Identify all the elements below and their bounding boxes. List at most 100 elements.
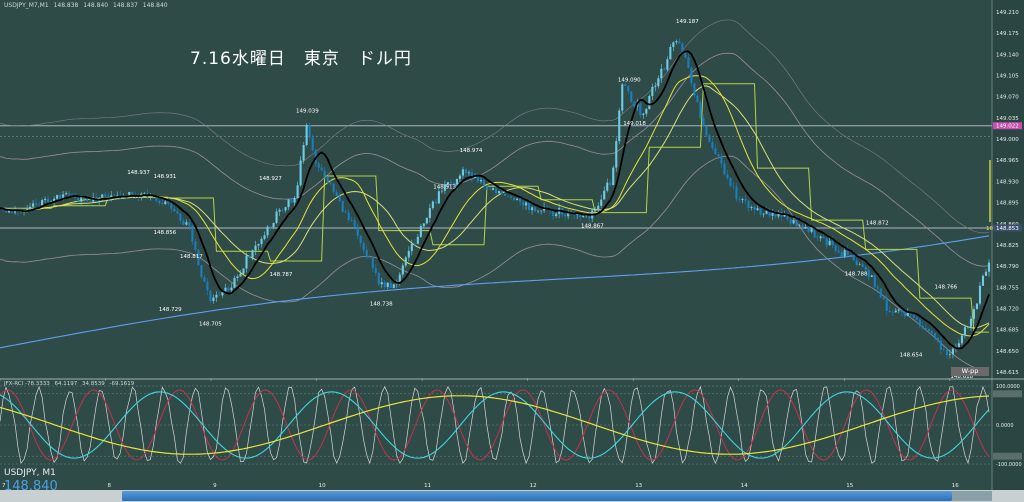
candle-body bbox=[912, 314, 915, 318]
price-annotation: 149.039 bbox=[296, 108, 319, 114]
price-tick-label: 148.895 bbox=[996, 201, 1019, 207]
candle-body bbox=[401, 265, 404, 275]
candle-body bbox=[633, 101, 636, 107]
candle-body bbox=[690, 67, 693, 84]
rci-axis-label: -100.0000 bbox=[996, 462, 1022, 468]
price-tick-label: 148.720 bbox=[996, 306, 1019, 312]
price-annotation: 148.787 bbox=[270, 272, 293, 278]
candle-body bbox=[939, 340, 942, 350]
candle-body bbox=[428, 208, 431, 218]
candle-body bbox=[798, 225, 801, 227]
candle-body bbox=[344, 211, 347, 213]
candle-body bbox=[747, 200, 750, 208]
price-annotation: 149.187 bbox=[676, 19, 699, 25]
candle-body bbox=[594, 210, 597, 211]
candle-body bbox=[900, 309, 903, 313]
candle-body bbox=[969, 318, 973, 327]
rci-name: JFX-RCI -78.3333 bbox=[4, 381, 50, 387]
price-tick-label: 148.790 bbox=[996, 264, 1019, 270]
candle-body bbox=[714, 148, 717, 155]
candle-body bbox=[648, 96, 651, 110]
time-axis-label: 15 bbox=[846, 483, 853, 489]
candle-body bbox=[885, 299, 888, 311]
candle-body bbox=[657, 78, 660, 87]
rci-value-3: -69.1619 bbox=[109, 381, 135, 387]
candle-body bbox=[284, 207, 287, 211]
candle-body bbox=[669, 46, 672, 60]
candle-body bbox=[816, 237, 819, 239]
candle-body bbox=[194, 241, 197, 250]
horizontal-scrollbar[interactable] bbox=[0, 490, 1024, 502]
candle-body bbox=[320, 167, 323, 171]
candle-body bbox=[720, 156, 723, 164]
candle-body bbox=[702, 117, 705, 127]
candle-body bbox=[531, 207, 534, 211]
candle-body bbox=[80, 197, 83, 202]
ohlc-low: 148.837 bbox=[113, 2, 138, 9]
candle-body bbox=[158, 200, 161, 204]
candle-body bbox=[957, 343, 960, 347]
candle-body bbox=[732, 185, 735, 187]
price-tick-label: 148.615 bbox=[996, 370, 1019, 376]
candle-body bbox=[765, 211, 768, 214]
price-tick-label: 149.070 bbox=[996, 95, 1019, 101]
candle-body bbox=[380, 282, 383, 285]
candle-body bbox=[260, 238, 263, 245]
side-marker-label: 10 bbox=[986, 226, 993, 232]
price-tick-label: 149.210 bbox=[996, 10, 1019, 16]
candle-body bbox=[948, 354, 951, 356]
candle-body bbox=[582, 215, 585, 218]
candle-body bbox=[485, 185, 489, 190]
candle-body bbox=[972, 309, 976, 319]
price-highlight-label: 148.853 bbox=[996, 226, 1019, 232]
candle-body bbox=[831, 240, 834, 246]
candle-body bbox=[624, 84, 627, 86]
candle-body bbox=[47, 198, 50, 203]
candle-body bbox=[735, 186, 738, 200]
candle-body bbox=[467, 172, 470, 174]
chart-title: 7.16水曜日 東京 ドル円 bbox=[190, 49, 412, 69]
candle-body bbox=[645, 109, 648, 114]
time-axis-label: 12 bbox=[530, 483, 537, 489]
candle-body bbox=[512, 197, 516, 201]
candle-body bbox=[173, 208, 176, 212]
candle-body bbox=[479, 180, 483, 182]
scrollbar-grip[interactable] bbox=[952, 491, 992, 501]
candle-body bbox=[398, 274, 401, 282]
candle-body bbox=[870, 275, 873, 277]
candle-body bbox=[606, 182, 609, 191]
candle-body bbox=[389, 282, 392, 288]
candle-body bbox=[44, 198, 47, 201]
candle-body bbox=[711, 142, 714, 149]
candle-body bbox=[699, 101, 702, 118]
candle-body bbox=[131, 192, 134, 196]
candle-body bbox=[963, 327, 966, 336]
candle-body bbox=[287, 199, 290, 208]
candle-body bbox=[434, 201, 437, 204]
price-tick-label: 148.825 bbox=[996, 243, 1019, 249]
candle-body bbox=[68, 193, 71, 195]
candle-body bbox=[918, 319, 921, 326]
scrollbar-thumb[interactable] bbox=[122, 491, 952, 501]
candle-body bbox=[482, 180, 486, 186]
candle-body bbox=[810, 228, 813, 232]
price-annotation: 149.090 bbox=[618, 78, 641, 84]
candle-body bbox=[666, 59, 669, 70]
candle-body bbox=[365, 250, 368, 258]
candle-body bbox=[696, 95, 699, 102]
candle-body bbox=[203, 277, 206, 282]
price-tick-label: 149.140 bbox=[996, 52, 1019, 58]
candle-body bbox=[819, 236, 822, 239]
candle-body bbox=[960, 335, 963, 344]
candle-body bbox=[642, 113, 645, 115]
candle-body bbox=[876, 287, 879, 289]
candle-body bbox=[374, 268, 377, 273]
candle-body bbox=[930, 330, 933, 334]
candle-body bbox=[404, 257, 407, 266]
candle-body bbox=[356, 226, 359, 236]
price-tick-label: 149.175 bbox=[996, 31, 1019, 37]
candle-body bbox=[464, 169, 467, 174]
candle-body bbox=[440, 190, 443, 192]
candle-body bbox=[509, 196, 513, 198]
candle-body bbox=[143, 193, 146, 194]
